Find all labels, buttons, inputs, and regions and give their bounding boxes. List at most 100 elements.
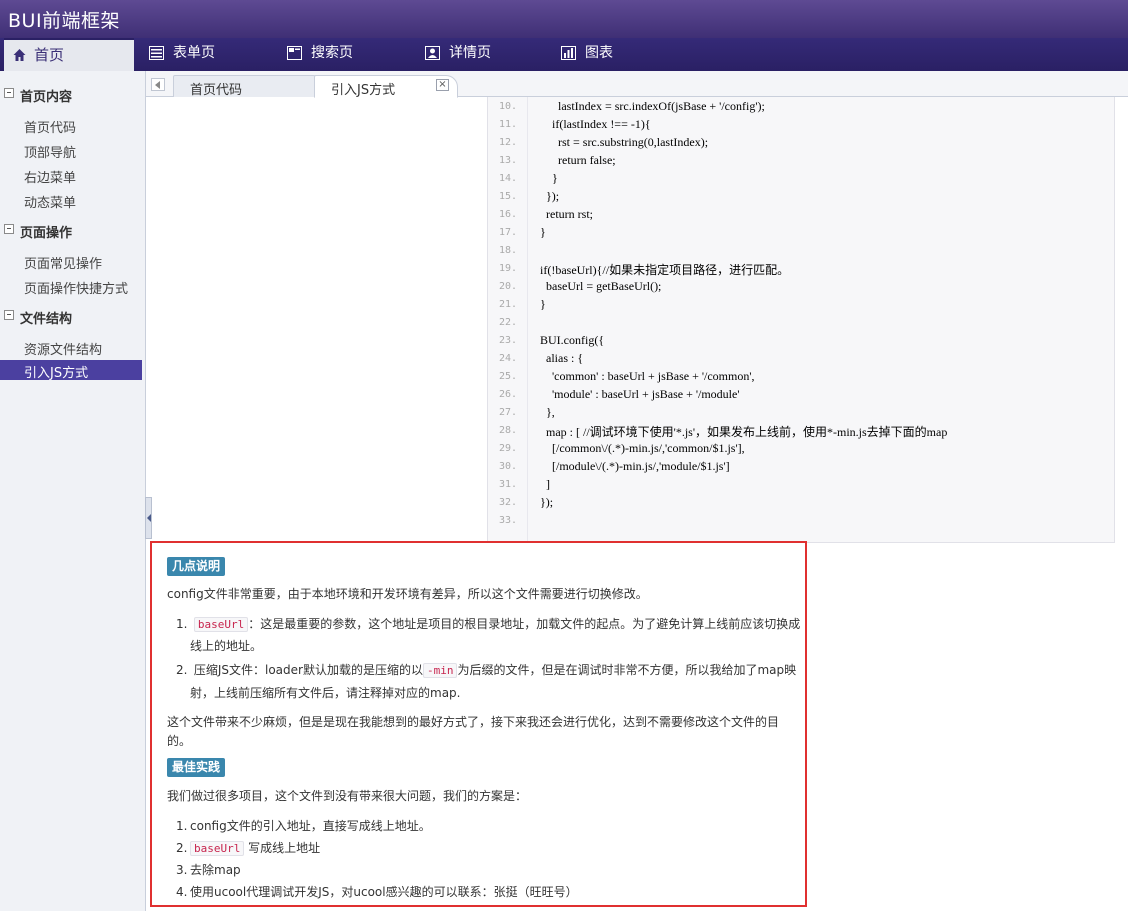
sidebar-item-top-nav[interactable]: 顶部导航	[0, 140, 146, 161]
tab-home-code[interactable]: 首页代码	[173, 75, 325, 98]
list-number: 4.	[176, 885, 188, 899]
code-line: });	[540, 189, 560, 203]
code-line: baseUrl = getBaseUrl();	[540, 279, 662, 293]
doc-content: 几点说明 config文件非常重要，由于本地环境和开发环境有差异，所以这个文件需…	[150, 541, 807, 907]
note-paragraph-end: 的。	[167, 734, 192, 748]
sidebar-item-label: 资源文件结构	[24, 343, 103, 358]
sidebar-group-file-structure[interactable]: 文件结构	[0, 304, 146, 328]
note-paragraph: 这个文件带来不少麻烦，但是是现在我能想到的最好方式了，接下来我还会进行优化，达到…	[167, 715, 780, 729]
tab-scroll-left-button[interactable]	[151, 78, 165, 91]
list-item-continuation: 射，上线前压缩所有文件后，请注释掉对应的map.	[190, 686, 461, 700]
sidebar-group-label: 首页内容	[20, 90, 73, 105]
practice-intro: 我们做过很多项目，这个文件到没有带来很大问题，我们的方案是：	[167, 789, 528, 803]
list-text: 使用ucool代理调试开发JS，对ucool感兴趣的可以联系：张挺（旺旺号）	[190, 885, 578, 899]
sidebar-item-label: 页面操作快捷方式	[24, 282, 129, 297]
sidebar-item-resource-structure[interactable]: 资源文件结构	[0, 337, 146, 358]
sidebar-item-shortcut-ops[interactable]: 页面操作快捷方式	[0, 276, 146, 297]
list-item: 4. 使用ucool代理调试开发JS，对ucool感兴趣的可以联系：张挺（旺旺号）	[176, 881, 578, 903]
nav-tab-home-label: 首页	[34, 46, 65, 64]
line-number: 21.	[498, 299, 517, 310]
sidebar-item-label: 引入JS方式	[24, 366, 89, 381]
list-text: ：这是最重要的参数，这个地址是项目的根目录地址，加载文件的起点。为了避免计算上线…	[248, 617, 801, 631]
app-header: BUI前端框架	[0, 0, 1128, 38]
sidebar-item-dynamic-menu[interactable]: 动态菜单	[0, 190, 146, 211]
nav-tab-form-label: 表单页	[173, 45, 215, 61]
sidebar-collapse-handle[interactable]	[145, 497, 152, 539]
code-line: [/module\/(.*)-min.js/,'module/$1.js']	[540, 459, 730, 473]
list-item: 3. 去除map	[176, 859, 241, 881]
code-line: [/common\/(.*)-min.js/,'common/$1.js'],	[540, 441, 745, 455]
line-number: 14.	[498, 173, 517, 184]
line-number: 13.	[498, 155, 517, 166]
sidebar-item-label: 顶部导航	[24, 146, 77, 161]
nav-tab-chart-label: 图表	[585, 45, 613, 61]
line-number: 19.	[498, 263, 517, 274]
line-number: 33.	[498, 515, 517, 526]
code-line: return false;	[540, 153, 616, 167]
sidebar-group-home-content[interactable]: 首页内容	[0, 82, 146, 106]
code-line: if(!baseUrl){//如果未指定项目路径，进行匹配。	[540, 263, 790, 277]
code-line: return rst;	[540, 207, 593, 221]
code-line: lastIndex = src.indexOf(jsBase + '/confi…	[540, 99, 765, 113]
nav-tab-detail-label: 详情页	[449, 45, 491, 61]
nav-tab-search-label: 搜索页	[311, 45, 353, 61]
line-number: 20.	[498, 281, 517, 292]
code-line: BUI.config({	[540, 333, 605, 347]
user-card-icon	[425, 46, 440, 60]
intro-paragraph: config文件非常重要，由于本地环境和开发环境有差异，所以这个文件需要进行切换…	[167, 587, 648, 601]
list-number: 3.	[176, 863, 188, 877]
list-item: 2. 压缩JS文件：loader默认加载的是压缩的以 -min 为后缀的文件，但是在…	[176, 659, 796, 682]
line-number: 17.	[498, 227, 517, 238]
line-number: 28.	[498, 425, 517, 436]
list-item: 1. baseUrl ：这是最重要的参数，这个地址是项目的根目录地址，加载文件的起…	[176, 613, 800, 636]
tab-label: 引入JS方式	[331, 83, 396, 98]
line-number: 16.	[498, 209, 517, 220]
sidebar-group-label: 文件结构	[20, 312, 73, 327]
list-number: 2.	[176, 663, 188, 677]
line-number: 30.	[498, 461, 517, 472]
sidebar-item-home-code[interactable]: 首页代码	[0, 115, 146, 136]
line-number: 22.	[498, 317, 517, 328]
line-number: 26.	[498, 389, 517, 400]
line-number: 18.	[498, 245, 517, 256]
inline-code: -min	[422, 663, 458, 678]
sidebar-group-label: 页面操作	[20, 226, 73, 241]
code-line: }	[540, 225, 546, 239]
code-line: },	[540, 405, 555, 419]
sidebar-item-label: 首页代码	[24, 121, 77, 136]
app-title: BUI前端框架	[8, 10, 121, 32]
collapse-icon	[4, 88, 14, 98]
collapse-icon	[4, 310, 14, 320]
section-title-best-practice: 最佳实践	[167, 758, 226, 777]
line-number: 27.	[498, 407, 517, 418]
code-block: 10. 11. 12. 13. 14. 15. 16. 17. 18. 19. 20. 21. 22. 2…	[487, 97, 1115, 543]
list-item-continuation: 线上的地址。	[190, 639, 263, 653]
nav-tab-home[interactable]: 首页	[4, 38, 134, 71]
code-line: });	[540, 495, 554, 509]
code-line: }	[540, 297, 546, 311]
tab-include-js[interactable]: 引入JS方式 ×	[314, 75, 458, 98]
code-line: }	[540, 171, 558, 185]
top-nav: 首页 表单页 搜索页 详情页 图表	[0, 38, 1128, 71]
list-text: 写成线上地址	[244, 841, 321, 855]
code-line: map : [ //调试环境下使用'*.js'，如果发布上线前，使用*-min.…	[540, 425, 948, 439]
chart-icon	[561, 46, 576, 60]
sidebar-item-right-menu[interactable]: 右边菜单	[0, 165, 146, 186]
line-number-gutter: 10. 11. 12. 13. 14. 15. 16. 17. 18. 19. 20. 21. 22. 2…	[488, 97, 528, 542]
list-item: 2. baseUrl 写成线上地址	[176, 837, 320, 860]
sidebar-group-page-ops[interactable]: 页面操作	[0, 218, 146, 242]
code-line: if(lastIndex !== -1){	[540, 117, 651, 131]
line-number: 23.	[498, 335, 517, 346]
sidebar-item-label: 页面常见操作	[24, 257, 103, 272]
code-line: ]	[540, 477, 550, 491]
line-number: 29.	[498, 443, 517, 454]
list-number: 1.	[176, 617, 188, 631]
sidebar-item-include-js[interactable]: 引入JS方式	[0, 360, 142, 381]
close-icon[interactable]: ×	[436, 79, 449, 91]
line-number: 12.	[498, 137, 517, 148]
line-number: 32.	[498, 497, 517, 508]
list-number: 2.	[176, 841, 188, 855]
sidebar-item-common-ops[interactable]: 页面常见操作	[0, 251, 146, 272]
list-number: 1.	[176, 819, 188, 833]
list-item: 1. config文件的引入地址，直接写成线上地址。	[176, 815, 431, 837]
